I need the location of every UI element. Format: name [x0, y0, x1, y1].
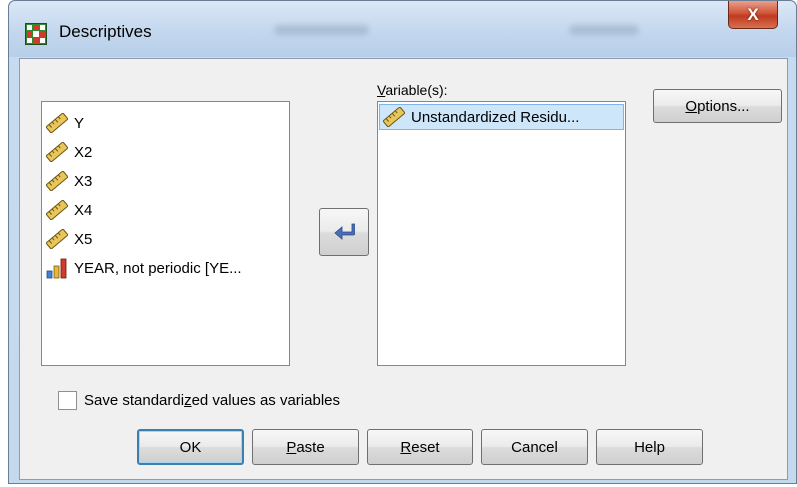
scale-ruler-icon — [46, 229, 68, 249]
source-list-item-label: X5 — [74, 230, 93, 248]
target-list-item[interactable]: Unstandardized Residu... — [379, 104, 624, 130]
ordinal-bar-icon — [46, 258, 67, 279]
source-list-item[interactable]: X2 — [46, 139, 92, 165]
target-variable-list[interactable]: Unstandardized Residu... — [377, 101, 626, 366]
options-button[interactable]: Options... — [653, 89, 782, 123]
scale-ruler-icon — [383, 107, 405, 127]
reset-button[interactable]: Reset — [367, 429, 473, 465]
source-list-item-label: Y — [74, 114, 85, 132]
variables-label: Variable(s): — [377, 82, 448, 98]
window-title: Descriptives — [59, 22, 152, 41]
paste-button[interactable]: Paste — [252, 429, 359, 465]
source-list-item[interactable]: X5 — [46, 226, 92, 252]
save-standardized-checkbox[interactable] — [58, 391, 77, 410]
source-list-item[interactable]: X4 — [46, 197, 92, 223]
scale-ruler-icon — [46, 113, 68, 133]
title-bar-blur — [274, 25, 369, 35]
scale-ruler-icon — [46, 171, 68, 191]
help-button[interactable]: Help — [596, 429, 703, 465]
source-list-item-label: X4 — [74, 201, 93, 219]
close-button[interactable]: X — [728, 1, 778, 29]
move-variable-button[interactable] — [319, 208, 369, 256]
source-list-item[interactable]: X3 — [46, 168, 92, 194]
source-variable-list[interactable]: Y X2 X3 X4 X5 YEAR, not periodic [YE... — [41, 101, 290, 366]
scale-ruler-icon — [46, 200, 68, 220]
arrow-move-icon — [334, 223, 355, 240]
title-bar-blur — [569, 25, 639, 35]
title-bar[interactable]: Descriptives X — [9, 1, 796, 57]
cancel-button[interactable]: Cancel — [481, 429, 588, 465]
save-standardized-label[interactable]: Save standardized values as variables — [84, 392, 340, 409]
source-list-item-label: X2 — [74, 143, 93, 161]
scale-ruler-icon — [46, 142, 68, 162]
source-list-item-label: X3 — [74, 172, 93, 190]
source-list-item[interactable]: Y — [46, 110, 84, 136]
dialog-client-area: Y X2 X3 X4 X5 YEAR, not periodic [YE... Varia… — [19, 58, 788, 480]
source-list-item-label: YEAR, not periodic [YE... — [74, 259, 242, 277]
close-icon: X — [747, 4, 759, 24]
ok-button[interactable]: OK — [137, 429, 244, 465]
descriptives-dialog: Descriptives X Y X2 X3 X4 X5 YEAR, not period… — [8, 0, 797, 484]
target-list-item-label: Unstandardized Residu... — [411, 108, 580, 126]
spss-app-icon — [25, 23, 47, 45]
source-list-item[interactable]: YEAR, not periodic [YE... — [46, 255, 242, 281]
